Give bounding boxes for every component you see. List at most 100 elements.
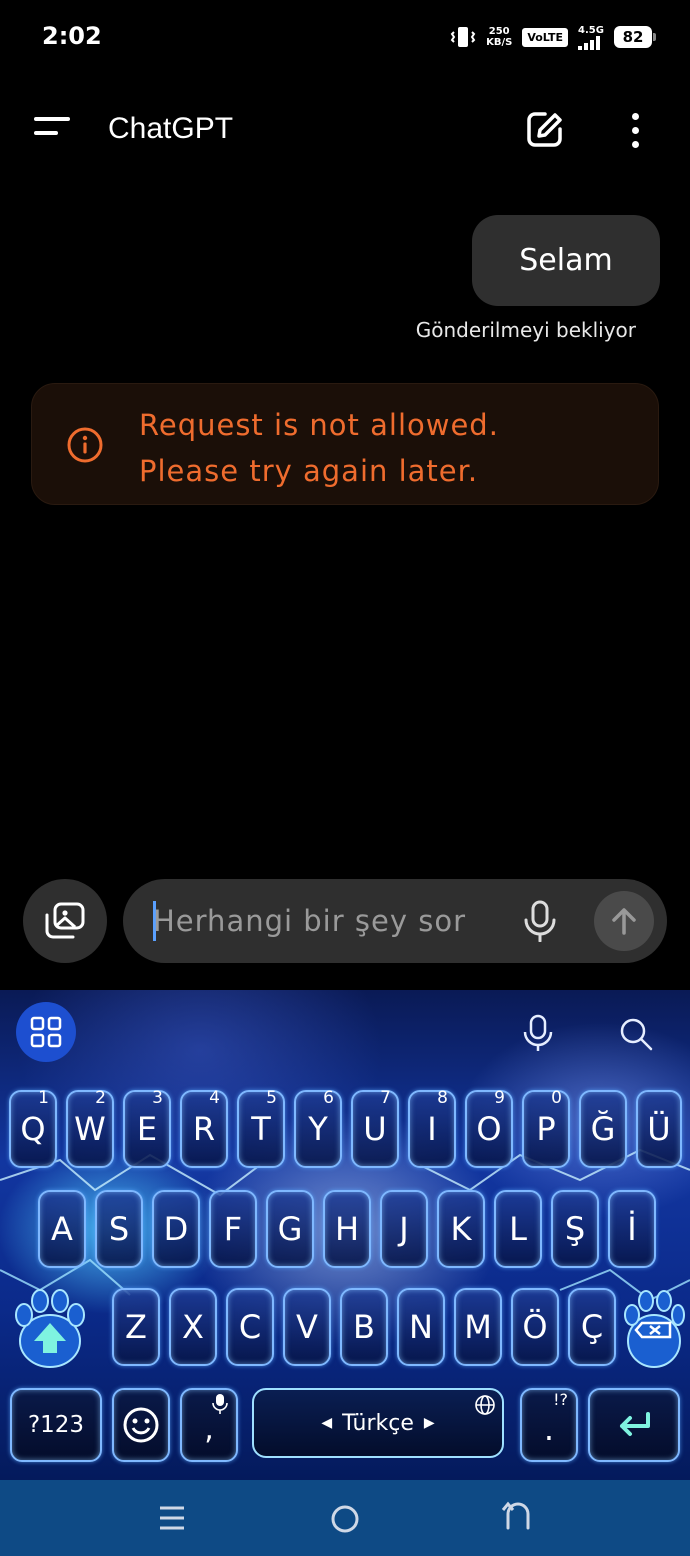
key[interactable]: K: [437, 1190, 485, 1268]
key-hint: 7: [380, 1088, 391, 1108]
key[interactable]: D: [152, 1190, 200, 1268]
comma-key[interactable]: ,: [180, 1388, 238, 1462]
edit-icon: [527, 112, 562, 147]
backspace-key[interactable]: [616, 1285, 686, 1371]
more-options-button[interactable]: [620, 109, 650, 153]
key-label: P: [536, 1110, 556, 1148]
back-button[interactable]: [498, 1500, 538, 1536]
keyboard-apps-button[interactable]: [16, 1002, 76, 1062]
key-label: Ö: [522, 1308, 548, 1346]
voice-input-button[interactable]: [520, 900, 560, 943]
key[interactable]: Ç: [568, 1288, 616, 1366]
shift-key[interactable]: [10, 1285, 90, 1371]
home-icon: [331, 1505, 359, 1533]
home-button[interactable]: [325, 1500, 365, 1536]
attach-image-button[interactable]: [23, 879, 107, 963]
key[interactable]: O9: [465, 1088, 513, 1168]
microphone-icon: [524, 900, 556, 943]
key[interactable]: C: [226, 1288, 274, 1366]
key[interactable]: M: [454, 1288, 502, 1366]
key[interactable]: V: [283, 1288, 331, 1366]
keyboard: Q1 W2 E3 R4 T5 Y6 U7 I8 O9 P0 Ğ Ü A S D …: [0, 990, 690, 1480]
key[interactable]: R4: [180, 1088, 228, 1168]
more-vertical-icon-dot: [632, 141, 639, 148]
volte-badge: VoLTE: [522, 27, 568, 47]
info-icon: [67, 427, 103, 463]
key[interactable]: Ğ: [579, 1090, 627, 1168]
keyboard-search-button[interactable]: [618, 1016, 654, 1052]
image-gallery-icon: [45, 902, 85, 939]
key-label: W: [74, 1110, 106, 1148]
menu-button[interactable]: [34, 115, 74, 145]
app-bar: ChatGPT: [0, 95, 690, 167]
key[interactable]: A: [38, 1190, 86, 1268]
enter-key[interactable]: [588, 1388, 680, 1462]
mic-hint-icon: [212, 1394, 228, 1414]
key-label: B: [353, 1308, 375, 1346]
key[interactable]: I8: [408, 1088, 456, 1168]
key-label: M: [464, 1308, 492, 1346]
key-label: U: [363, 1110, 387, 1148]
space-key[interactable]: ◀ Türkçe ▶: [252, 1388, 504, 1458]
symbols-key[interactable]: ?123: [10, 1388, 102, 1462]
key[interactable]: Ö: [511, 1288, 559, 1366]
error-line-2: Please try again later.: [139, 454, 479, 488]
key[interactable]: B: [340, 1288, 388, 1366]
key-hint: 8: [437, 1088, 448, 1108]
key[interactable]: W2: [66, 1088, 114, 1168]
chevron-left-icon: ◀: [321, 1415, 333, 1431]
symbols-key-label: ?123: [27, 1412, 85, 1438]
key[interactable]: G: [266, 1190, 314, 1268]
key-label: Ü: [647, 1110, 671, 1148]
grid-icon: [30, 1016, 62, 1048]
key-hint: 9: [494, 1088, 505, 1108]
key-label: İ: [627, 1210, 637, 1248]
key[interactable]: H: [323, 1190, 371, 1268]
key[interactable]: Z: [112, 1288, 160, 1366]
recents-button[interactable]: [152, 1500, 192, 1536]
key-label: E: [136, 1110, 158, 1148]
menu-icon: [34, 117, 70, 121]
key[interactable]: P0: [522, 1088, 570, 1168]
key-label: H: [334, 1210, 360, 1248]
key[interactable]: N: [397, 1288, 445, 1366]
shift-paw-icon: [15, 1289, 85, 1368]
key[interactable]: Ş: [551, 1190, 599, 1268]
comma-label: ,: [204, 1411, 214, 1447]
key-label: Q: [20, 1110, 46, 1148]
period-key[interactable]: !? .: [520, 1388, 578, 1462]
key[interactable]: E3: [123, 1088, 171, 1168]
key[interactable]: İ: [608, 1190, 656, 1268]
battery-icon: 82: [614, 26, 656, 48]
user-message-bubble[interactable]: Selam: [472, 215, 660, 306]
new-chat-button[interactable]: [525, 109, 565, 149]
message-input[interactable]: [153, 879, 513, 963]
key-label: V: [296, 1308, 318, 1346]
key[interactable]: Q1: [9, 1088, 57, 1168]
key[interactable]: Ü: [636, 1090, 682, 1168]
key-label: R: [192, 1110, 216, 1148]
key-label: Y: [308, 1110, 328, 1148]
emoji-key[interactable]: [112, 1388, 170, 1462]
key[interactable]: L: [494, 1190, 542, 1268]
key-label: A: [51, 1210, 73, 1248]
key[interactable]: T5: [237, 1088, 285, 1168]
key-label: O: [476, 1110, 502, 1148]
keyboard-voice-button[interactable]: [520, 1014, 556, 1052]
key[interactable]: X: [169, 1288, 217, 1366]
chevron-right-icon: ▶: [423, 1415, 435, 1431]
key-label: Ç: [580, 1308, 604, 1346]
key-hint: 2: [95, 1088, 106, 1108]
send-button[interactable]: [594, 891, 654, 951]
key[interactable]: S: [95, 1190, 143, 1268]
keyboard-toolbar: [0, 990, 690, 1076]
network-speed: 250 KB/S: [486, 26, 512, 48]
key[interactable]: U7: [351, 1088, 399, 1168]
key[interactable]: F: [209, 1190, 257, 1268]
navigation-bar: [0, 1480, 690, 1556]
arrow-up-icon: [612, 908, 636, 935]
emoji-icon: [123, 1407, 159, 1443]
key[interactable]: Y6: [294, 1088, 342, 1168]
more-vertical-icon: [632, 113, 639, 120]
key[interactable]: J: [380, 1190, 428, 1268]
